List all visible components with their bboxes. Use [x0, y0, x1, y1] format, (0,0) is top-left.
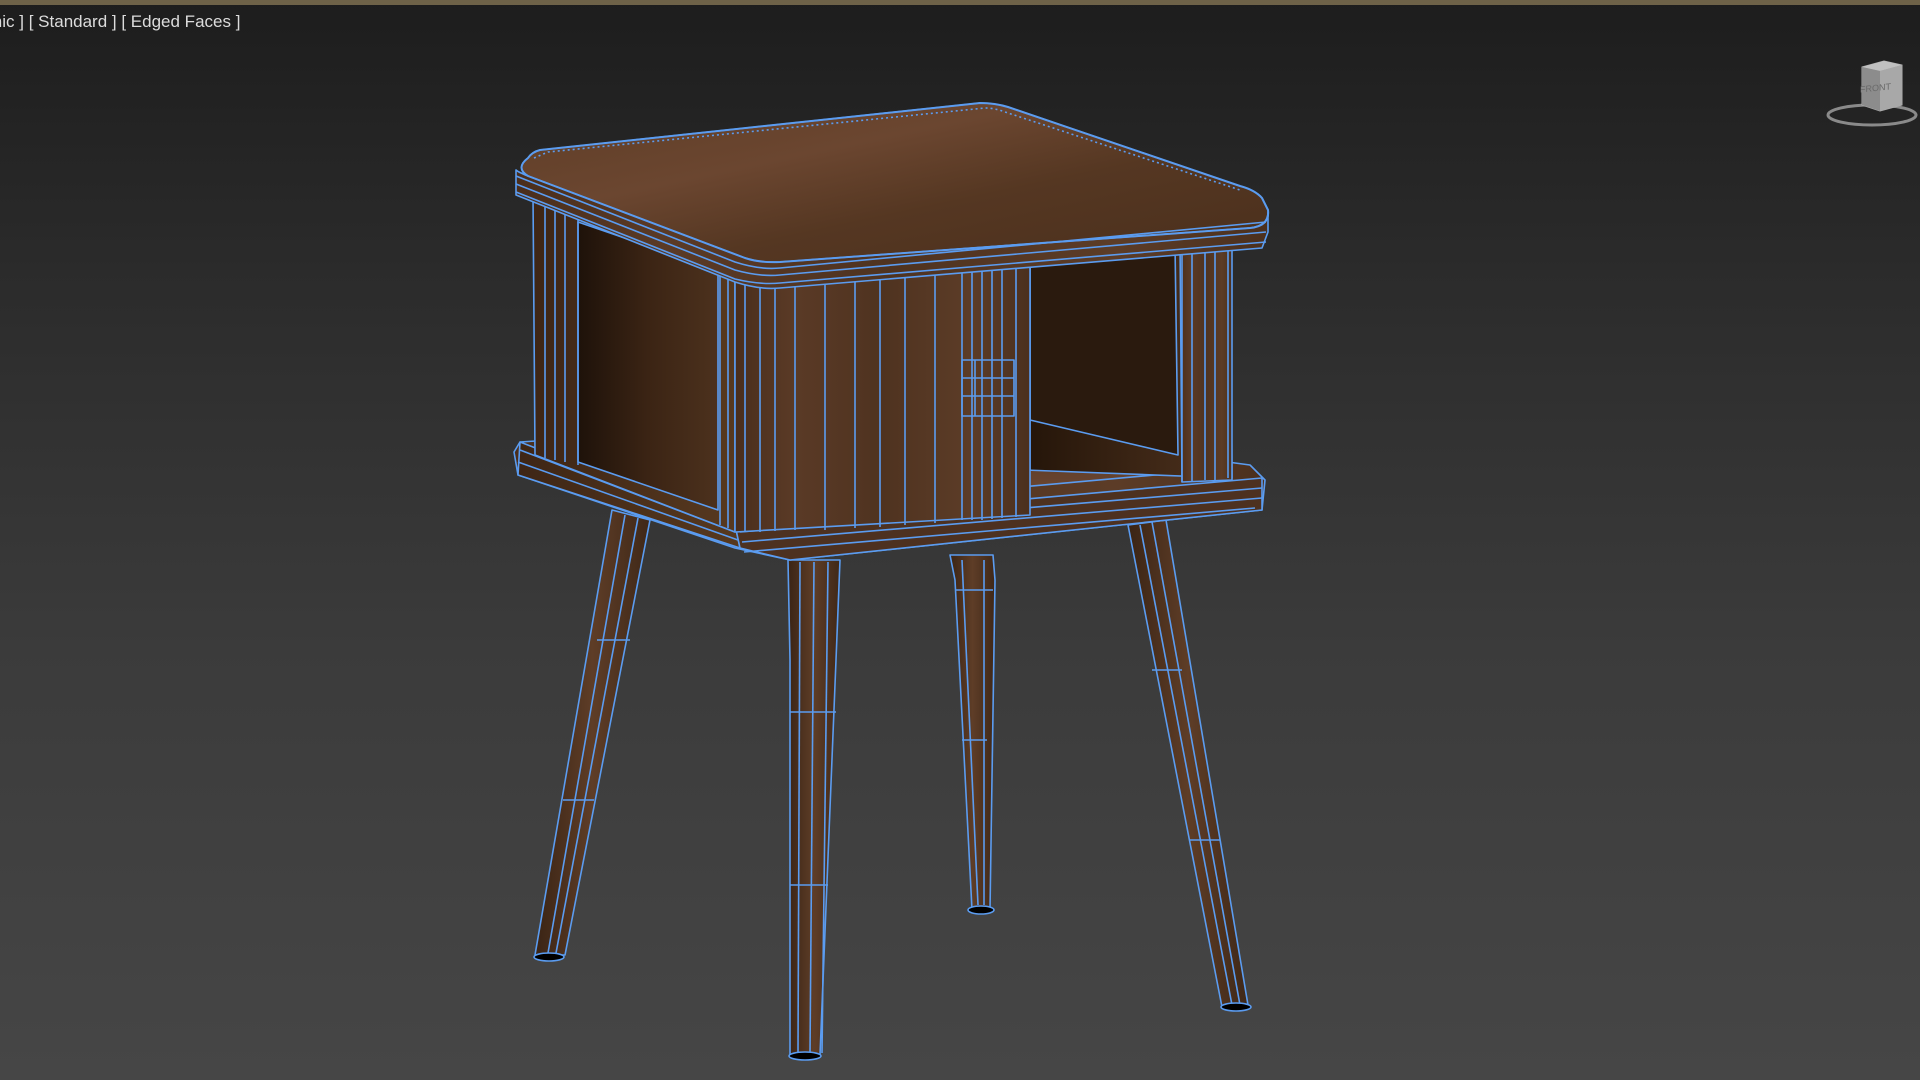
- side-panel-right[interactable]: [1024, 234, 1233, 483]
- nightstand-model[interactable]: [513, 102, 1270, 1061]
- scene-render[interactable]: [0, 0, 1920, 1080]
- leg-front-left[interactable]: [533, 509, 651, 962]
- 3d-viewport[interactable]: [ Orthographic ] [ Standard ] [ Edged Fa…: [0, 0, 1920, 1080]
- viewcube-graphic[interactable]: [1822, 55, 1920, 135]
- leg-front-right[interactable]: [1127, 519, 1252, 1012]
- leg-front-center[interactable]: [787, 559, 841, 1061]
- leg-back-center[interactable]: [949, 554, 996, 915]
- tambour-door-front[interactable]: [734, 254, 1031, 533]
- viewcube[interactable]: FRONT: [1822, 55, 1920, 135]
